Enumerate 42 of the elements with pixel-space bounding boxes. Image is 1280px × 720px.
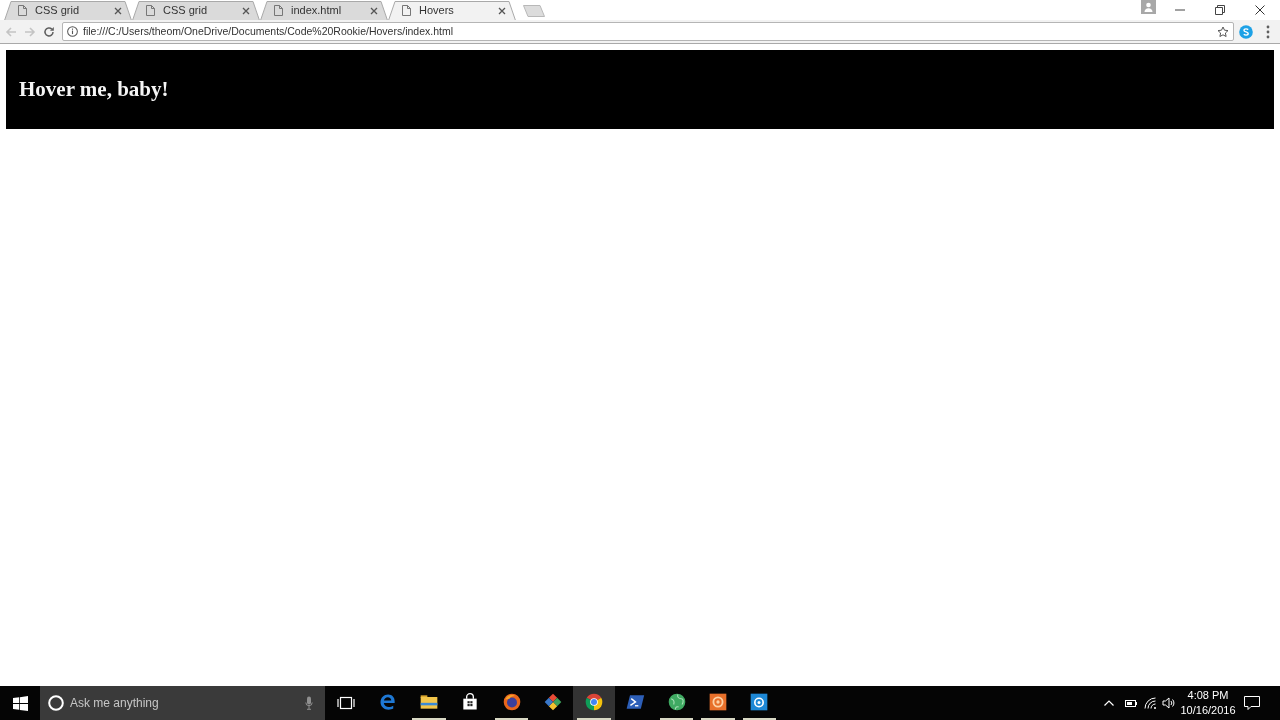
browser-tab[interactable]: index.html [260,1,388,20]
chevron-up-icon[interactable] [1104,700,1114,706]
microphone-icon[interactable] [305,696,313,710]
globe-icon[interactable] [666,692,687,712]
windows-logo-icon[interactable] [12,695,28,711]
document-icon [402,5,411,16]
close-icon[interactable] [498,6,506,15]
wifi-icon[interactable] [1144,697,1157,709]
address-bar[interactable]: file:///C:/Users/theom/OneDrive/Documents/Code%20Rookie/Hovers/index.html [62,22,1234,41]
ring-tile-icon[interactable] [708,692,728,712]
document-icon [18,5,27,16]
browser-tab[interactable]: CSS grid [132,1,260,20]
restore-icon[interactable] [1215,5,1225,15]
document-icon [146,5,155,16]
segmented-circle-icon[interactable] [584,692,605,712]
battery-icon[interactable] [1125,699,1137,707]
lens-tile-icon[interactable] [749,692,770,712]
close-icon[interactable] [114,6,122,15]
taskbar-button[interactable] [573,686,615,720]
star-icon[interactable] [1217,25,1229,38]
reload-icon[interactable] [43,25,55,38]
close-icon[interactable] [1255,5,1265,15]
terminal-icon[interactable] [625,692,646,712]
close-icon[interactable] [370,6,378,15]
clock[interactable]: 4:08 PM 10/16/2016 [1179,688,1237,718]
task-view-icon[interactable] [337,696,355,710]
info-icon[interactable] [67,26,78,37]
folder-icon[interactable] [418,692,439,712]
page-heading: Hover me, baby! [19,79,169,100]
menu-icon[interactable] [1266,24,1270,39]
close-icon[interactable] [242,6,250,15]
notification-icon[interactable] [1244,696,1260,710]
search-input[interactable]: Ask me anything [70,694,305,712]
document-icon [274,5,283,16]
extension-icon[interactable] [1239,24,1253,39]
search-bar[interactable]: Ask me anything [40,686,325,720]
ring-icon [48,695,64,711]
orb-icon[interactable] [501,692,522,712]
browser-tab[interactable]: Hovers [388,1,516,20]
browser-tab[interactable]: CSS grid [4,1,132,20]
speaker-icon[interactable] [1162,697,1175,709]
diamond-icon[interactable] [542,692,563,712]
